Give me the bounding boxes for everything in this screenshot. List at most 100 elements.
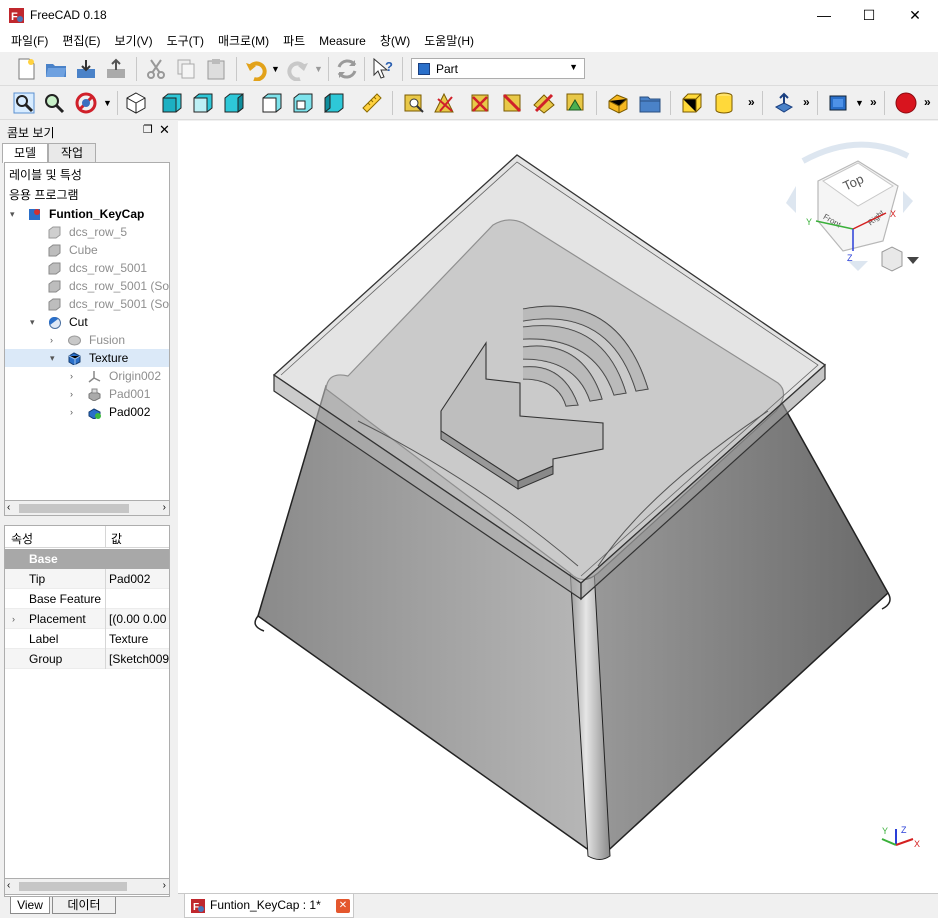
- maximize-button[interactable]: ☐: [846, 0, 892, 30]
- tab-model[interactable]: 모델: [2, 143, 48, 163]
- refresh-icon[interactable]: [335, 57, 359, 81]
- selection-dropdown-icon[interactable]: ▼: [855, 98, 864, 108]
- document-tab[interactable]: F Funtion_KeyCap : 1* ✕: [184, 894, 354, 918]
- property-horizontal-scrollbar[interactable]: ‹ ›: [4, 878, 170, 895]
- scroll-left-icon[interactable]: ‹: [7, 880, 10, 891]
- tree-item-dcs-row-5[interactable]: dcs_row_5: [5, 223, 169, 241]
- top-view-icon[interactable]: [191, 91, 215, 115]
- fit-all-icon[interactable]: [12, 91, 36, 115]
- undo-icon[interactable]: [244, 57, 268, 81]
- draw-style-dropdown-icon[interactable]: ▼: [103, 98, 112, 108]
- tab-property-data[interactable]: 데이터: [52, 897, 116, 914]
- measure-distance-icon[interactable]: [360, 91, 384, 115]
- tree-item-pad002[interactable]: › Pad002: [5, 403, 169, 421]
- 3d-viewport[interactable]: Top Front Right X Y Z Z X Y: [178, 121, 938, 893]
- toolbar-overflow-icon[interactable]: »: [924, 95, 931, 109]
- expand-arrow-icon[interactable]: ▾: [50, 349, 60, 367]
- tree-item-cube[interactable]: Cube: [5, 241, 169, 259]
- tree-item-dcs-row-5001-solid-b[interactable]: dcs_row_5001 (Sol: [5, 295, 169, 313]
- expand-arrow-icon[interactable]: ▾: [30, 313, 40, 331]
- tree-item-texture[interactable]: ▾ Texture: [5, 349, 169, 367]
- scroll-thumb[interactable]: [19, 882, 127, 891]
- tree-horizontal-scrollbar[interactable]: ‹ ›: [4, 500, 170, 516]
- new-document-icon[interactable]: [14, 57, 38, 81]
- navcube-menu-icon[interactable]: [907, 257, 919, 264]
- menu-measure[interactable]: Measure: [312, 30, 373, 52]
- tree-item-document[interactable]: ▾ Funtion_KeyCap: [5, 205, 169, 223]
- expand-arrow-icon[interactable]: ›: [50, 331, 60, 349]
- toolbar-overflow-icon[interactable]: »: [748, 95, 755, 109]
- property-row-base-feature[interactable]: Base Feature: [5, 589, 169, 609]
- menu-file[interactable]: 파일(F): [4, 30, 55, 52]
- tree-item-dcs-row-5001[interactable]: dcs_row_5001: [5, 259, 169, 277]
- tree-item-origin002[interactable]: › Origin002: [5, 367, 169, 385]
- expand-arrow-icon[interactable]: ›: [70, 385, 80, 403]
- scroll-left-icon[interactable]: ‹: [7, 502, 10, 513]
- tab-tasks[interactable]: 작업: [48, 143, 96, 162]
- measure-linear-icon[interactable]: [402, 91, 426, 115]
- minimize-button[interactable]: —: [801, 0, 847, 30]
- expand-arrow-icon[interactable]: ›: [70, 367, 80, 385]
- create-group-icon[interactable]: [638, 91, 662, 115]
- save-icon[interactable]: [74, 57, 98, 81]
- property-row-tip[interactable]: Tip Pad002: [5, 569, 169, 589]
- redo-dropdown-icon[interactable]: ▼: [314, 64, 323, 74]
- toolbar-overflow-icon[interactable]: »: [870, 95, 877, 109]
- whats-this-icon[interactable]: ?: [371, 57, 395, 81]
- toolbar-overflow-icon[interactable]: »: [803, 95, 810, 109]
- copy-icon[interactable]: [174, 57, 198, 81]
- property-row-label[interactable]: Label Texture: [5, 629, 169, 649]
- measure-toggle-delta-icon[interactable]: [563, 91, 587, 115]
- scroll-right-icon[interactable]: ›: [163, 502, 166, 513]
- measure-refresh-icon[interactable]: [469, 91, 493, 115]
- create-part-icon[interactable]: [606, 91, 630, 115]
- cut-icon[interactable]: [144, 57, 168, 81]
- menu-help[interactable]: 도움말(H): [417, 30, 481, 52]
- measure-angular-icon[interactable]: [432, 91, 456, 115]
- menu-macro[interactable]: 매크로(M): [211, 30, 276, 52]
- fit-selection-icon[interactable]: [42, 91, 66, 115]
- redo-icon[interactable]: [286, 57, 310, 81]
- paste-icon[interactable]: [204, 57, 228, 81]
- draw-style-icon[interactable]: [74, 91, 98, 115]
- tree-item-dcs-row-5001-solid-a[interactable]: dcs_row_5001 (Sol: [5, 277, 169, 295]
- part-cylinder-icon[interactable]: [712, 91, 736, 115]
- expand-arrow-icon[interactable]: ›: [70, 403, 80, 421]
- close-panel-icon[interactable]: ✕: [159, 122, 170, 138]
- open-folder-icon[interactable]: [44, 57, 68, 81]
- close-tab-icon[interactable]: ✕: [336, 899, 350, 913]
- keycap-model[interactable]: Top Front Right X Y Z Z X Y: [178, 121, 938, 893]
- menu-window[interactable]: 창(W): [373, 30, 417, 52]
- save-as-icon[interactable]: [104, 57, 128, 81]
- property-group-base[interactable]: Base: [5, 549, 169, 569]
- extrude-icon[interactable]: [772, 91, 796, 115]
- isometric-view-icon[interactable]: [124, 91, 148, 115]
- part-box-selection-icon[interactable]: [827, 91, 851, 115]
- property-row-placement[interactable]: › Placement [(0.00 0.00: [5, 609, 169, 629]
- undo-dropdown-icon[interactable]: ▼: [271, 64, 280, 74]
- scroll-right-icon[interactable]: ›: [163, 880, 166, 891]
- rear-view-icon[interactable]: [260, 91, 284, 115]
- column-divider[interactable]: [105, 526, 106, 548]
- undock-icon[interactable]: ❐: [143, 123, 153, 136]
- menu-part[interactable]: 파트: [276, 30, 312, 52]
- workbench-selector[interactable]: Part ▼: [411, 58, 585, 79]
- close-button[interactable]: ✕: [892, 0, 938, 30]
- tree-item-pad001[interactable]: › Pad001: [5, 385, 169, 403]
- tab-property-view[interactable]: View: [10, 897, 50, 914]
- tree-item-cut[interactable]: ▾ Cut: [5, 313, 169, 331]
- right-view-icon[interactable]: [222, 91, 246, 115]
- scroll-thumb[interactable]: [19, 504, 129, 513]
- property-row-group[interactable]: Group [Sketch009: [5, 649, 169, 669]
- front-view-icon[interactable]: [160, 91, 184, 115]
- macro-record-icon[interactable]: [894, 91, 918, 115]
- tree-item-fusion[interactable]: › Fusion: [5, 331, 169, 349]
- measure-clear-icon[interactable]: [501, 91, 525, 115]
- navigation-cube[interactable]: Top Front Right X Y Z: [786, 141, 919, 272]
- expand-arrow-icon[interactable]: ›: [12, 609, 15, 629]
- menu-edit[interactable]: 편집(E): [55, 30, 107, 52]
- menu-tools[interactable]: 도구(T): [160, 30, 211, 52]
- part-cube-icon[interactable]: [680, 91, 704, 115]
- measure-toggle-3d-icon[interactable]: [532, 91, 556, 115]
- expand-arrow-icon[interactable]: ▾: [10, 205, 20, 223]
